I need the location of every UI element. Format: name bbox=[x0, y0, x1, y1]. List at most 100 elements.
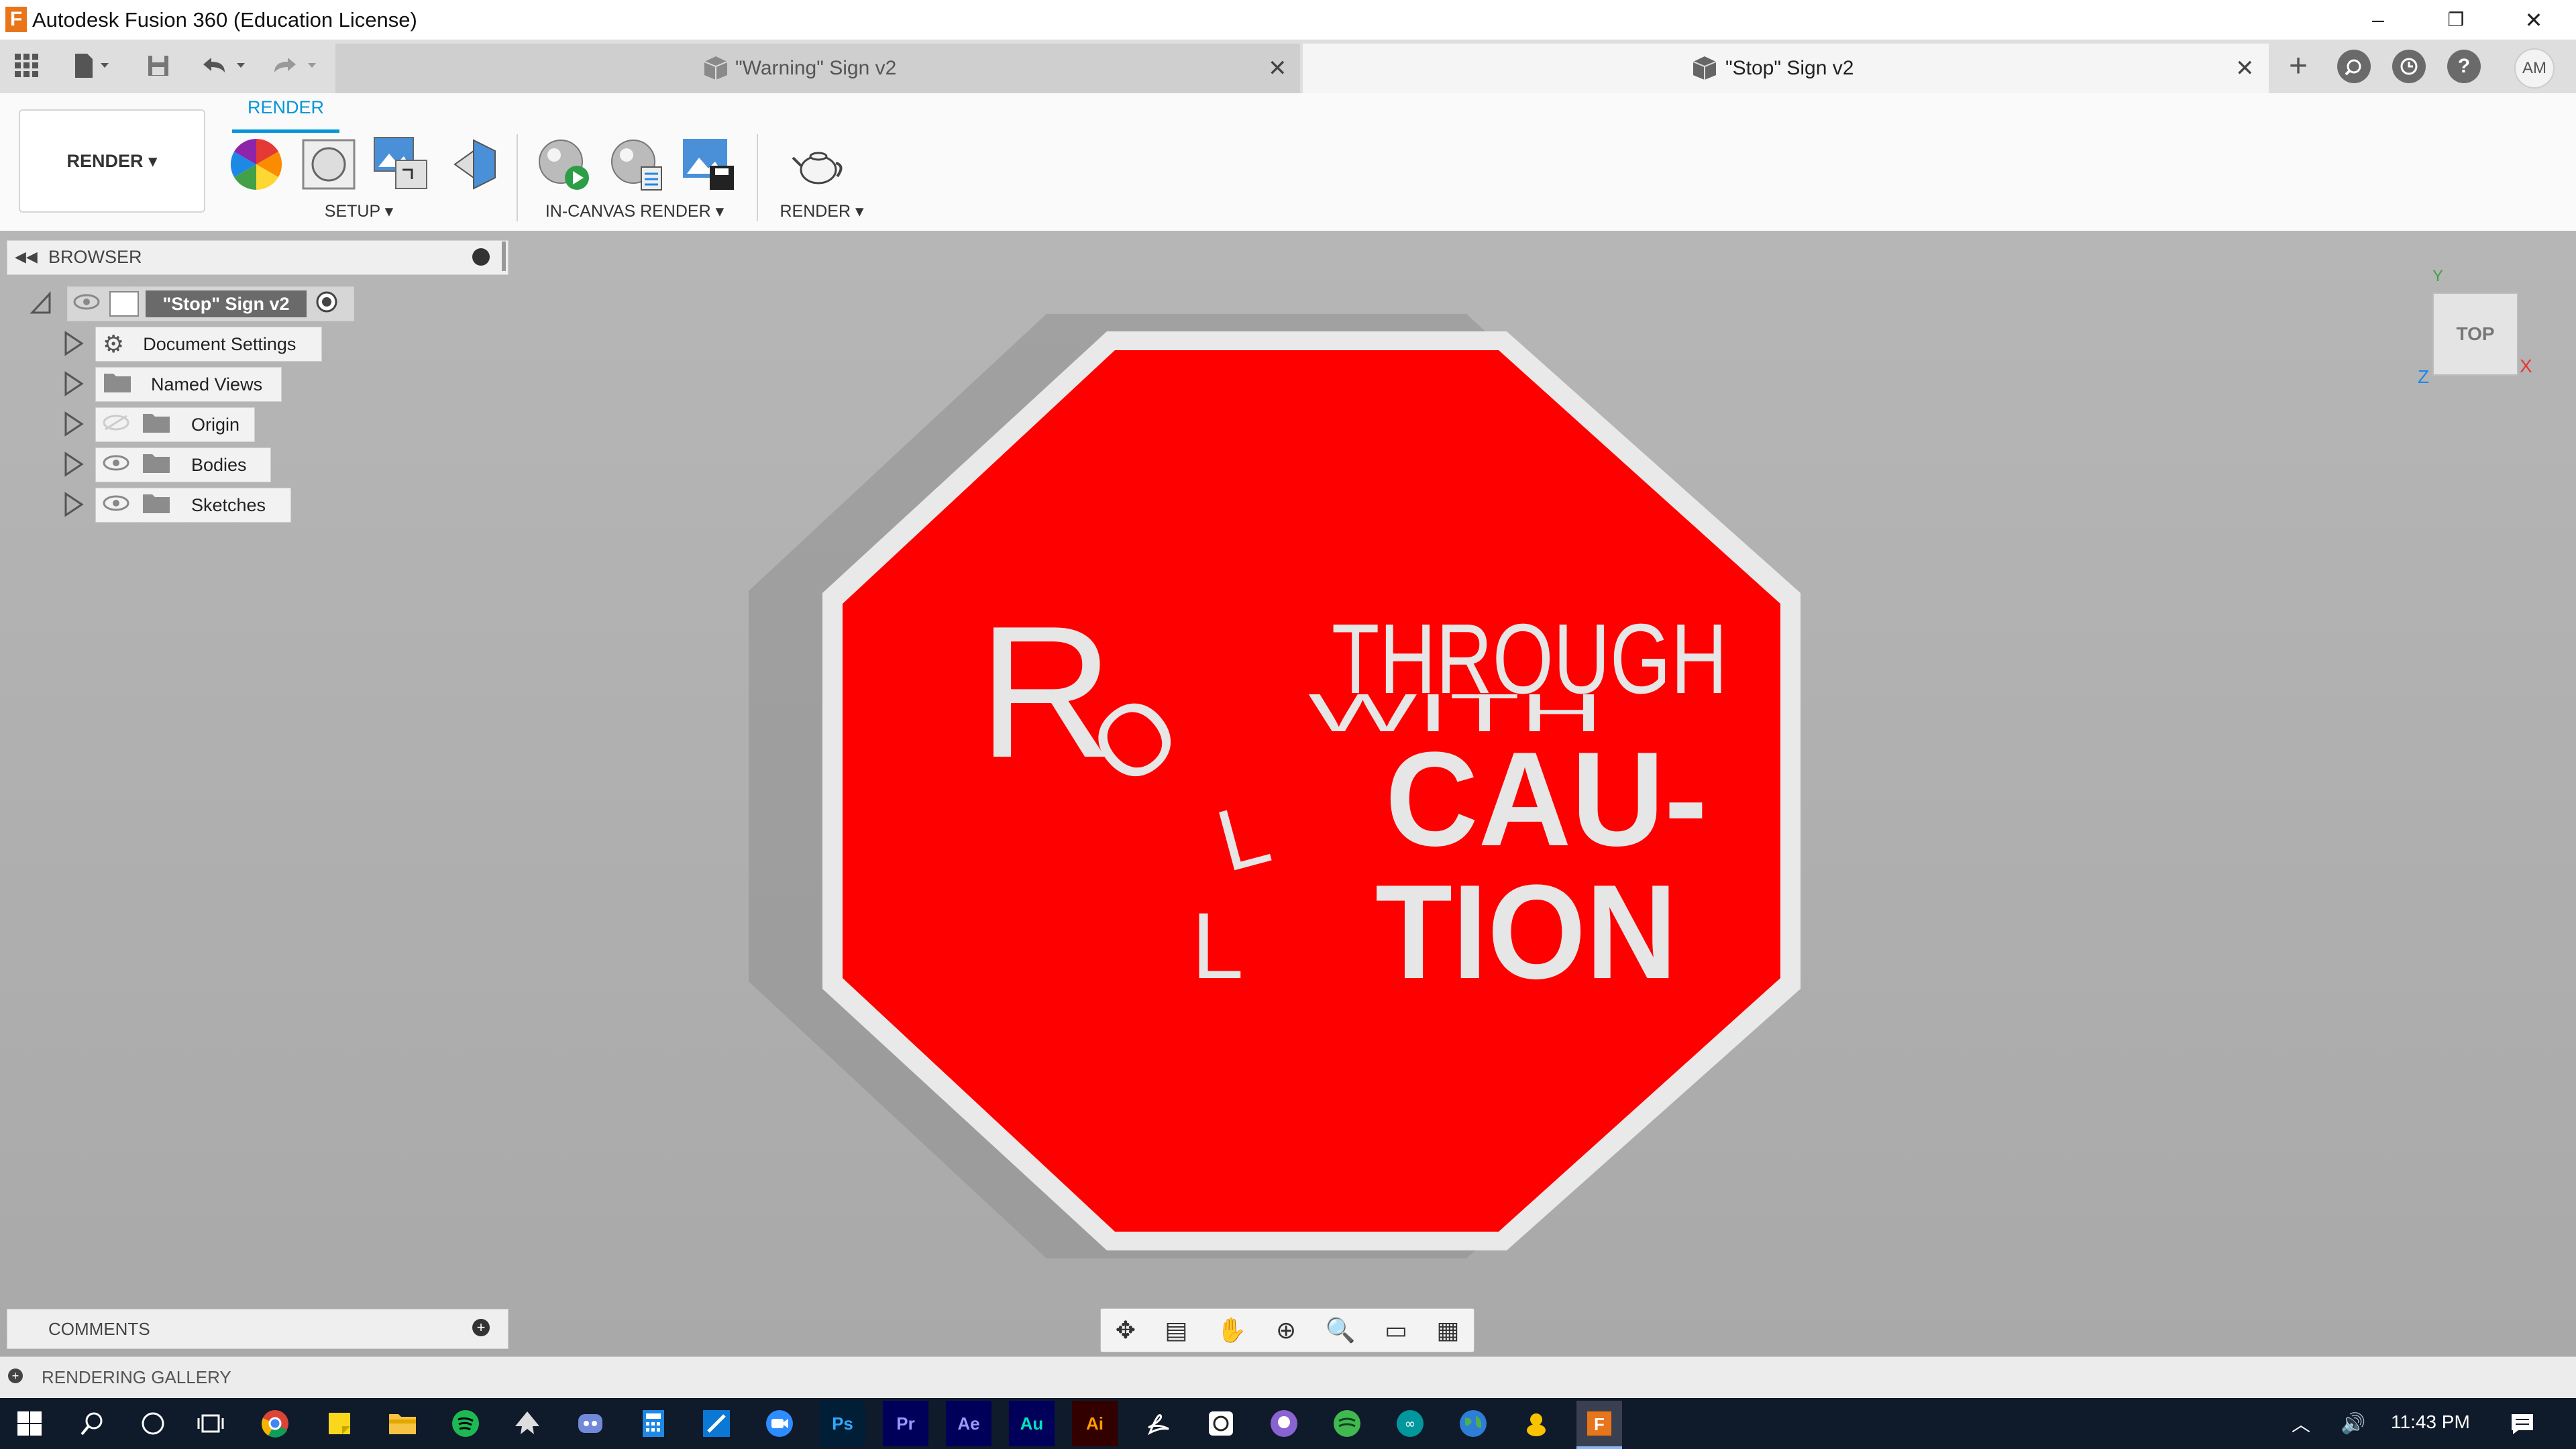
premiere-pro-icon[interactable]: Pr bbox=[883, 1401, 928, 1446]
task-view-icon[interactable] bbox=[188, 1401, 233, 1446]
paint-3d-icon[interactable] bbox=[694, 1401, 739, 1446]
cortana-icon[interactable] bbox=[130, 1401, 176, 1446]
search-icon[interactable] bbox=[70, 1401, 115, 1446]
chrome-icon[interactable] bbox=[252, 1401, 298, 1446]
help-icon[interactable]: ? bbox=[2447, 50, 2481, 83]
capture-image-icon[interactable] bbox=[680, 136, 737, 193]
gallery-expand-icon[interactable]: + bbox=[8, 1368, 23, 1383]
browser-item-label: Origin bbox=[191, 414, 240, 435]
zoom-icon[interactable]: ⊕ bbox=[1276, 1316, 1296, 1344]
acrobat-icon[interactable] bbox=[1135, 1401, 1181, 1446]
root-document-name: "Stop" Sign v2 bbox=[146, 290, 307, 317]
visibility-eye-icon[interactable] bbox=[103, 495, 129, 516]
audition-icon[interactable]: Au bbox=[1009, 1401, 1055, 1446]
appearance-color-wheel-icon[interactable] bbox=[228, 136, 284, 193]
ribbon-tab-render[interactable]: RENDER bbox=[232, 97, 339, 129]
tree-expander[interactable] bbox=[62, 330, 85, 360]
navigation-toolbar: ✥ ▤ ✋ ⊕ 🔍 ▭ ▦ bbox=[1100, 1308, 1474, 1352]
save-icon[interactable] bbox=[141, 50, 176, 81]
pan-hand-icon[interactable]: ✋ bbox=[1217, 1316, 1247, 1344]
browser-item-sketches[interactable]: Sketches bbox=[95, 488, 291, 523]
tree-expander[interactable] bbox=[62, 411, 85, 441]
job-status-clock-icon[interactable] bbox=[2392, 50, 2426, 83]
browser-item-document-settings[interactable]: ⚙ Document Settings bbox=[95, 327, 322, 362]
browser-item-bodies[interactable]: Bodies bbox=[95, 447, 271, 482]
fit-zoom-icon[interactable]: 🔍 bbox=[1326, 1316, 1356, 1344]
stop-sign-model[interactable]: R THROUGH WITH CAU- TION O L L bbox=[738, 295, 1811, 1265]
undo-icon[interactable] bbox=[195, 50, 255, 81]
taskbar-clock[interactable]: 11:43 PM bbox=[2391, 1411, 2470, 1433]
hidden-eye-icon[interactable] bbox=[103, 415, 129, 435]
fusion-logo-icon: F bbox=[5, 7, 27, 32]
group-label-render[interactable]: RENDER ▾ bbox=[765, 201, 879, 221]
arduino-icon[interactable]: ∞ bbox=[1387, 1401, 1433, 1446]
workspace-switcher-button[interactable]: RENDER ▾ bbox=[19, 109, 205, 213]
display-settings-icon[interactable]: ▭ bbox=[1385, 1316, 1407, 1344]
tree-expander[interactable] bbox=[62, 370, 85, 400]
rendering-gallery-bar[interactable] bbox=[0, 1356, 2576, 1399]
in-canvas-render-settings-icon[interactable] bbox=[608, 136, 664, 193]
collapse-browser-icon[interactable]: ◀◀ bbox=[15, 248, 38, 266]
grid-settings-icon[interactable]: ▦ bbox=[1436, 1316, 1459, 1344]
redo-icon[interactable] bbox=[266, 50, 326, 81]
file-menu-icon[interactable] bbox=[64, 50, 118, 81]
render-teapot-icon[interactable] bbox=[790, 136, 847, 193]
in-canvas-render-icon[interactable] bbox=[535, 136, 592, 193]
folder-icon bbox=[142, 411, 171, 439]
activate-component-radio-icon[interactable] bbox=[315, 290, 339, 319]
panel-resize-handle[interactable] bbox=[502, 241, 506, 271]
app-green-icon[interactable] bbox=[1324, 1401, 1370, 1446]
decal-icon[interactable] bbox=[447, 136, 503, 193]
add-comment-icon[interactable]: + bbox=[472, 1319, 490, 1336]
file-explorer-icon[interactable] bbox=[380, 1401, 425, 1446]
browser-root-node[interactable]: "Stop" Sign v2 bbox=[67, 286, 354, 321]
data-panel-grid-icon[interactable] bbox=[9, 50, 44, 81]
windows-start-icon[interactable] bbox=[7, 1401, 52, 1446]
inkscape-icon[interactable] bbox=[504, 1401, 550, 1446]
user-avatar[interactable]: AM bbox=[2514, 48, 2555, 89]
scene-settings-icon[interactable] bbox=[373, 136, 429, 193]
browser-pin-icon[interactable] bbox=[472, 248, 490, 266]
photoshop-icon[interactable]: Ps bbox=[820, 1401, 865, 1446]
orbit-icon[interactable]: ✥ bbox=[1116, 1316, 1136, 1344]
physical-material-sphere-icon[interactable] bbox=[301, 136, 357, 193]
illustrator-icon[interactable]: Ai bbox=[1072, 1401, 1118, 1446]
spotify-icon[interactable] bbox=[443, 1401, 488, 1446]
volume-icon[interactable]: 🔊 bbox=[2330, 1401, 2376, 1446]
restore-button[interactable]: ❐ bbox=[2419, 0, 2493, 40]
notifications-icon[interactable] bbox=[2500, 1401, 2545, 1446]
close-window-button[interactable]: ✕ bbox=[2497, 0, 2571, 40]
viewcube[interactable]: TOP bbox=[2432, 292, 2518, 376]
zoom-app-icon[interactable] bbox=[757, 1401, 802, 1446]
axis-z-label: Z bbox=[2418, 366, 2430, 387]
tree-expander-root[interactable] bbox=[30, 290, 52, 320]
component-icon bbox=[702, 55, 730, 84]
ribbon-separator bbox=[517, 134, 518, 221]
tab-close-button[interactable]: ✕ bbox=[1268, 44, 1287, 93]
group-label-setup[interactable]: SETUP ▾ bbox=[295, 201, 423, 221]
github-desktop-icon[interactable] bbox=[1261, 1401, 1307, 1446]
after-effects-icon[interactable]: Ae bbox=[946, 1401, 991, 1446]
browser-item-named-views[interactable]: Named Views bbox=[95, 367, 282, 402]
look-at-icon[interactable]: ▤ bbox=[1165, 1316, 1187, 1344]
sticky-notes-icon[interactable] bbox=[317, 1401, 362, 1446]
tree-expander[interactable] bbox=[62, 491, 85, 521]
minimize-button[interactable]: – bbox=[2341, 0, 2415, 40]
extensions-icon[interactable] bbox=[2337, 50, 2371, 83]
discord-icon[interactable] bbox=[568, 1401, 613, 1446]
show-hidden-icons-chevron-icon[interactable]: ︿ bbox=[2278, 1401, 2324, 1446]
visibility-eye-icon[interactable] bbox=[103, 455, 129, 476]
visibility-eye-icon[interactable] bbox=[73, 294, 100, 315]
fusion-360-taskbar-icon[interactable]: F bbox=[1576, 1401, 1622, 1449]
cyberduck-icon[interactable] bbox=[1513, 1401, 1559, 1446]
new-tab-button[interactable]: + bbox=[2278, 48, 2318, 84]
tree-expander[interactable] bbox=[62, 451, 85, 481]
folder-icon bbox=[142, 492, 171, 519]
group-label-in-canvas-render[interactable]: IN-CANVAS RENDER ▾ bbox=[534, 201, 735, 221]
tab-title: "Warning" Sign v2 bbox=[735, 57, 897, 79]
screen-capture-icon[interactable] bbox=[1198, 1401, 1244, 1446]
globe-app-icon[interactable] bbox=[1450, 1401, 1496, 1446]
browser-item-origin[interactable]: Origin bbox=[95, 407, 255, 442]
calculator-icon[interactable] bbox=[631, 1401, 676, 1446]
tab-close-button[interactable]: ✕ bbox=[2235, 44, 2255, 93]
